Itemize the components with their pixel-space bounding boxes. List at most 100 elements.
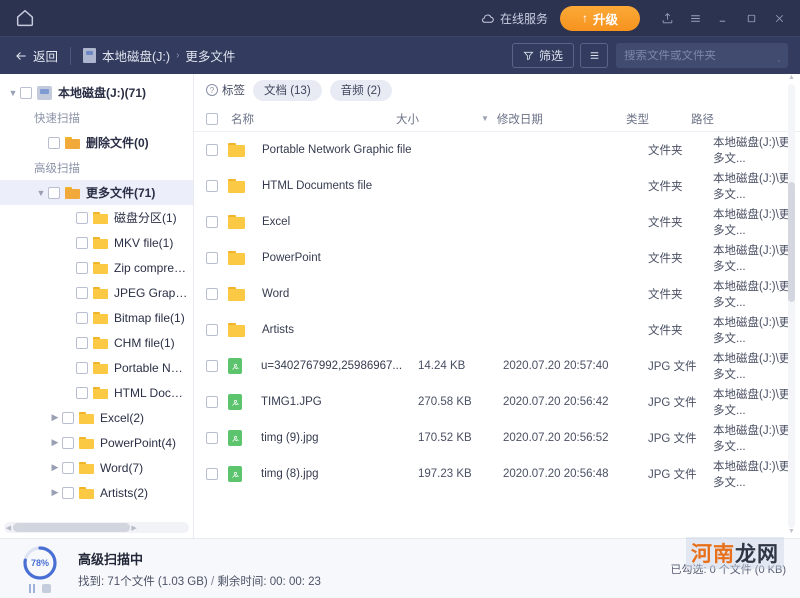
tab-documents[interactable]: 文档 (13) bbox=[253, 79, 322, 101]
column-header-date[interactable]: ▼ 修改日期 bbox=[481, 111, 626, 127]
scroll-left-icon[interactable]: ◀ bbox=[4, 524, 13, 532]
chevron-down-icon[interactable]: ▼ bbox=[6, 88, 20, 98]
table-row[interactable]: HTML Documents file 文件夹 本地磁盘(J:)\更多文... bbox=[194, 168, 800, 204]
sidebar-item-7[interactable]: Zip compress... bbox=[0, 255, 193, 280]
row-checkbox[interactable] bbox=[206, 216, 218, 228]
sidebar-item-label: HTML Docum... bbox=[114, 385, 189, 400]
sidebar-checkbox-11[interactable] bbox=[76, 361, 88, 374]
sidebar-checkbox-5[interactable] bbox=[76, 211, 88, 224]
row-checkbox[interactable] bbox=[206, 252, 218, 264]
row-checkbox[interactable] bbox=[206, 324, 218, 336]
sidebar-item-15[interactable]: ▶ Word(7) bbox=[0, 455, 193, 480]
table-row[interactable]: Artists 文件夹 本地磁盘(J:)\更多文... bbox=[194, 312, 800, 348]
chevron-right-icon[interactable]: ▶ bbox=[48, 437, 62, 448]
scroll-up-icon[interactable]: ▲ bbox=[788, 74, 795, 84]
column-header-name[interactable]: 名称 bbox=[206, 111, 396, 127]
sidebar-checkbox-12[interactable] bbox=[76, 386, 88, 399]
row-checkbox[interactable] bbox=[206, 468, 218, 480]
cell-type: 文件夹 bbox=[648, 181, 683, 193]
sidebar-item-14[interactable]: ▶ PowerPoint(4) bbox=[0, 430, 193, 455]
column-header-size[interactable]: 大小 bbox=[396, 111, 481, 127]
close-icon[interactable] bbox=[766, 5, 792, 31]
sidebar-item-11[interactable]: Portable Net... bbox=[0, 355, 193, 380]
row-checkbox[interactable] bbox=[206, 396, 218, 408]
filter-button[interactable]: 筛选 bbox=[511, 43, 574, 68]
pause-icon[interactable] bbox=[29, 584, 35, 593]
table-row[interactable]: timg (9).jpg 170.52 KB 2020.07.20 20:56:52… bbox=[194, 420, 800, 456]
row-checkbox[interactable] bbox=[206, 180, 218, 192]
menu-icon[interactable] bbox=[682, 5, 708, 31]
table-row[interactable]: TIMG1.JPG 270.58 KB 2020.07.20 20:56:42 JPG… bbox=[194, 384, 800, 420]
search-box[interactable] bbox=[616, 43, 788, 68]
column-header-path[interactable]: 路径 bbox=[691, 111, 800, 127]
sort-descending-icon[interactable]: ▼ bbox=[481, 114, 489, 123]
table-row[interactable]: Word 文件夹 本地磁盘(J:)\更多文... bbox=[194, 276, 800, 312]
sidebar-item-5[interactable]: 磁盘分区(1) bbox=[0, 205, 193, 230]
sidebar-checkbox-4[interactable] bbox=[48, 186, 60, 199]
maximize-icon[interactable] bbox=[738, 5, 764, 31]
sidebar-checkbox-8[interactable] bbox=[76, 286, 88, 299]
back-button[interactable]: 返回 bbox=[14, 46, 58, 65]
cell-size: 270.58 KB bbox=[418, 396, 472, 408]
progress-percent: 78% bbox=[30, 558, 49, 568]
home-icon[interactable] bbox=[14, 7, 36, 29]
sidebar-checkbox-13[interactable] bbox=[62, 411, 74, 424]
table-row[interactable]: PowerPoint 文件夹 本地磁盘(J:)\更多文... bbox=[194, 240, 800, 276]
sidebar-checkbox-0[interactable] bbox=[20, 86, 32, 99]
table-row[interactable]: timg (8).jpg 197.23 KB 2020.07.20 20:56:48… bbox=[194, 456, 800, 492]
table-row[interactable]: Portable Network Graphic file 文件夹 本地磁盘(J:)… bbox=[194, 132, 800, 168]
breadcrumb-item-folder[interactable]: 更多文件 bbox=[185, 46, 235, 65]
breadcrumb-item-drive[interactable]: 本地磁盘(J:) bbox=[102, 46, 170, 65]
sidebar-checkbox-9[interactable] bbox=[76, 311, 88, 324]
sidebar-checkbox-15[interactable] bbox=[62, 461, 74, 474]
sidebar-checkbox-6[interactable] bbox=[76, 236, 88, 249]
sidebar-checkbox-2[interactable] bbox=[48, 136, 60, 149]
share-icon[interactable] bbox=[654, 5, 680, 31]
sidebar-item-8[interactable]: JPEG Graphic... bbox=[0, 280, 193, 305]
sidebar-item-0[interactable]: ▼ 本地磁盘(J:)(71) bbox=[0, 80, 193, 105]
sidebar-item-16[interactable]: ▶ Artists(2) bbox=[0, 480, 193, 505]
row-checkbox[interactable] bbox=[206, 360, 218, 372]
sidebar-item-4[interactable]: ▼ 更多文件(71) bbox=[0, 180, 193, 205]
select-all-checkbox[interactable] bbox=[206, 112, 218, 125]
sidebar-item-6[interactable]: MKV file(1) bbox=[0, 230, 193, 255]
sidebar-checkbox-10[interactable] bbox=[76, 336, 88, 349]
scroll-right-icon[interactable]: ▶ bbox=[130, 524, 139, 532]
cell-date: 2020.07.20 20:56:52 bbox=[503, 432, 609, 444]
sidebar-horizontal-scrollbar[interactable]: ◀ ▶ bbox=[4, 522, 189, 533]
search-icon[interactable] bbox=[778, 49, 780, 63]
chevron-right-icon[interactable]: ▶ bbox=[48, 462, 62, 473]
vscroll-track[interactable] bbox=[788, 84, 795, 528]
list-view-icon[interactable] bbox=[580, 43, 608, 68]
sidebar-item-9[interactable]: Bitmap file(1) bbox=[0, 305, 193, 330]
search-input[interactable] bbox=[624, 49, 778, 62]
file-list-vertical-scrollbar[interactable]: ▲ ▼ bbox=[786, 74, 797, 538]
minimize-icon[interactable] bbox=[710, 5, 736, 31]
sidebar-item-12[interactable]: HTML Docum... bbox=[0, 380, 193, 405]
sidebar-item-13[interactable]: ▶ Excel(2) bbox=[0, 405, 193, 430]
row-checkbox[interactable] bbox=[206, 432, 218, 444]
chevron-right-icon[interactable]: ▶ bbox=[48, 487, 62, 498]
table-row[interactable]: Excel 文件夹 本地磁盘(J:)\更多文... bbox=[194, 204, 800, 240]
stop-icon[interactable] bbox=[42, 584, 51, 593]
table-row[interactable]: u=3402767992,25986967... 14.24 KB 2020.07.… bbox=[194, 348, 800, 384]
sidebar-checkbox-14[interactable] bbox=[62, 436, 74, 449]
tag-label-text: 标签 bbox=[222, 85, 245, 97]
chevron-down-icon[interactable]: ▼ bbox=[34, 188, 48, 198]
scroll-down-icon[interactable]: ▼ bbox=[788, 528, 795, 538]
row-checkbox[interactable] bbox=[206, 288, 218, 300]
row-checkbox[interactable] bbox=[206, 144, 218, 156]
sidebar-item-10[interactable]: CHM file(1) bbox=[0, 330, 193, 355]
upgrade-button[interactable]: ↑ 升级 bbox=[559, 5, 640, 31]
sidebar-item-3: 高级扫描 bbox=[0, 155, 193, 180]
sidebar-checkbox-16[interactable] bbox=[62, 486, 74, 499]
column-header-type[interactable]: 类型 bbox=[626, 111, 691, 127]
sidebar-hscroll-thumb[interactable] bbox=[13, 523, 130, 532]
tab-audio[interactable]: 音频 (2) bbox=[329, 79, 392, 101]
online-service-button[interactable]: 在线服务 bbox=[480, 10, 548, 27]
question-icon[interactable]: ? bbox=[206, 84, 218, 96]
vscroll-thumb[interactable] bbox=[788, 181, 795, 302]
sidebar-checkbox-7[interactable] bbox=[76, 261, 88, 274]
chevron-right-icon[interactable]: ▶ bbox=[48, 412, 62, 423]
sidebar-item-2[interactable]: 删除文件(0) bbox=[0, 130, 193, 155]
